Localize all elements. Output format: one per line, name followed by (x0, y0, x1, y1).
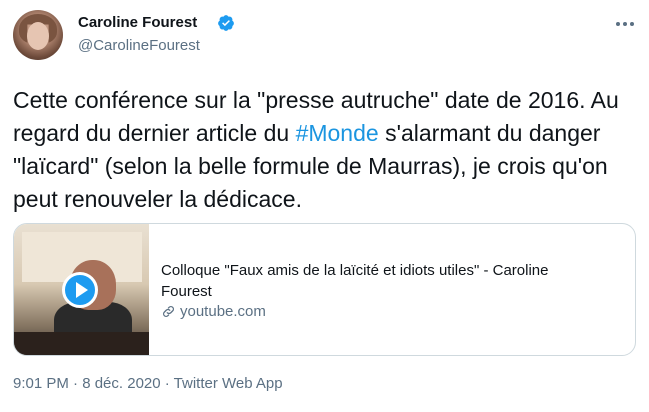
author-name[interactable]: Caroline Fourest (78, 14, 197, 31)
card-title[interactable]: Colloque "Faux amis de la laïcité et idi… (161, 260, 601, 302)
more-dot (616, 22, 620, 26)
card-domain[interactable]: youtube.com (161, 303, 266, 320)
tweet-text: Cette conférence sur la "presse autruche… (13, 84, 638, 216)
thumbnail-desk (14, 332, 149, 355)
play-icon[interactable] (62, 272, 98, 308)
more-dot (623, 22, 627, 26)
video-thumbnail[interactable] (14, 224, 149, 355)
avatar-face (27, 22, 49, 50)
link-card[interactable]: Colloque "Faux amis de la laïcité et idi… (13, 223, 636, 356)
avatar[interactable] (13, 10, 63, 60)
tweet-timestamp[interactable]: 9:01 PM · 8 déc. 2020 · Twitter Web App (13, 375, 283, 392)
tweet[interactable]: Caroline Fourest @CarolineFourest Cette … (0, 0, 649, 412)
card-domain-label: youtube.com (180, 303, 266, 320)
author-handle[interactable]: @CarolineFourest (78, 37, 200, 54)
link-icon (163, 306, 174, 317)
verified-badge-icon (218, 15, 234, 31)
more-options-icon[interactable] (612, 14, 638, 34)
more-dot (630, 22, 634, 26)
hashtag-link[interactable]: #Monde (296, 120, 379, 146)
